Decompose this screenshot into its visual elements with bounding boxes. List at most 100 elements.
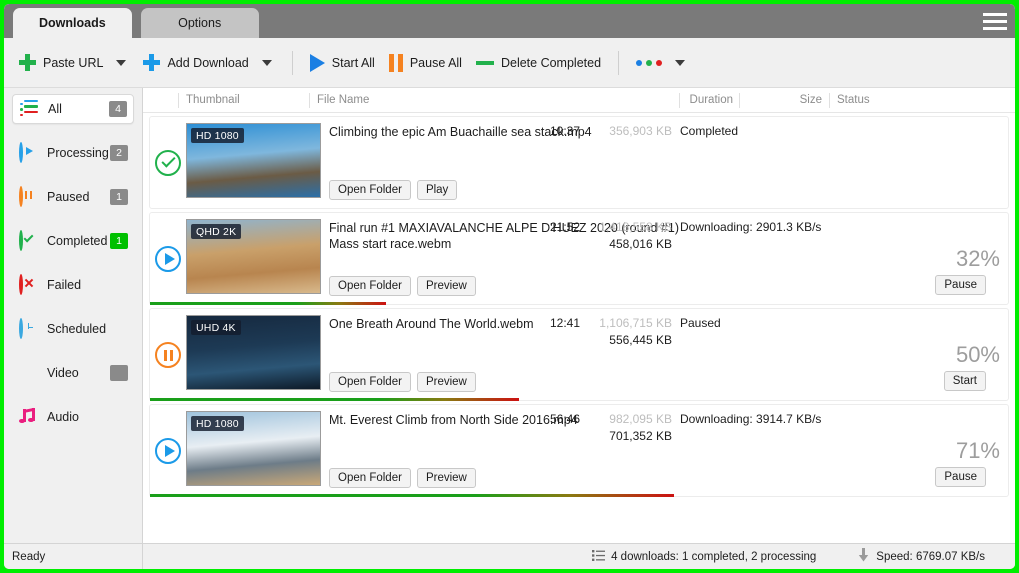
row-total-size: 1,106,715 KB (599, 316, 672, 330)
row-button[interactable]: Preview (416, 372, 476, 392)
quality-badge: QHD 2K (191, 224, 242, 239)
pause-all-button[interactable]: Pause All (382, 49, 469, 77)
sidebar-item-label: Paused (47, 190, 90, 204)
row-thumbnail[interactable]: HD 1080 (186, 123, 321, 198)
quality-badge: HD 1080 (191, 416, 244, 431)
sidebar-item-label: Completed (47, 234, 108, 248)
plus-icon (19, 54, 36, 71)
row-state-icon[interactable] (150, 219, 186, 299)
column-header-duration[interactable]: Duration (679, 92, 739, 108)
clock-icon (19, 317, 38, 339)
toolbar-divider (291, 50, 293, 75)
status-speed-text: Speed: 6769.07 KB/s (876, 550, 985, 563)
row-thumbnail[interactable]: UHD 4K (186, 315, 321, 390)
row-duration: 21:52 (549, 220, 580, 234)
three-dots-icon (636, 59, 663, 66)
download-rows: HD 1080 Climbing the epic Am Buachaille s… (143, 113, 1015, 543)
status-summary-text: 4 downloads: 1 completed, 2 processing (611, 550, 817, 563)
row-percent: 50% (955, 342, 1000, 367)
row-total-size: 356,903 KB (609, 124, 672, 138)
row-percent: 32% (955, 246, 1000, 271)
hamburger-menu-icon[interactable] (975, 4, 1015, 38)
progress-bar (150, 494, 674, 497)
row-status: Completed (680, 124, 739, 138)
row-button[interactable]: Open Folder (329, 180, 411, 200)
music-note-icon (19, 407, 38, 427)
delete-completed-button[interactable]: Delete Completed (469, 51, 608, 75)
paste-url-dropdown-icon[interactable] (116, 59, 127, 66)
table-row[interactable]: HD 1080 Mt. Everest Climb from North Side… (149, 404, 1009, 497)
column-header-thumbnail[interactable]: Thumbnail (178, 92, 309, 108)
sidebar-item-label: Scheduled (47, 322, 107, 336)
play-icon (309, 53, 325, 72)
row-action-button[interactable]: Pause (935, 275, 986, 295)
plus-icon (143, 54, 161, 71)
add-download-dropdown-icon[interactable] (261, 59, 272, 66)
row-state-icon[interactable] (150, 411, 186, 491)
tab-options[interactable]: Options (140, 8, 259, 38)
sidebar-item-completed[interactable]: Completed 1 (12, 226, 134, 256)
row-button[interactable]: Open Folder (329, 468, 411, 488)
hamburger-bar (983, 12, 1007, 16)
sidebar-item-video[interactable]: Video (12, 358, 134, 388)
row-action-button[interactable]: Start (943, 371, 986, 391)
sidebar-badge: 2 (110, 145, 128, 161)
row-action-button[interactable]: Pause (935, 467, 986, 487)
table-row[interactable]: HD 1080 Climbing the epic Am Buachaille s… (149, 116, 1009, 209)
status-bar: Ready 4 downloads: 1 completed, 2 proces… (4, 543, 1015, 569)
dash-icon (475, 60, 494, 65)
more-options-button[interactable] (629, 55, 669, 71)
paste-url-button[interactable]: Paste URL (12, 49, 110, 76)
sidebar-item-label: Processing (47, 146, 109, 160)
sidebar-item-audio[interactable]: Audio (12, 402, 134, 432)
sidebar: All 4 Processing 2 Paused 1 Completed 1 (4, 88, 143, 543)
row-thumbnail[interactable]: HD 1080 (186, 411, 321, 486)
start-all-label: Start All (331, 55, 375, 70)
sidebar-item-failed[interactable]: Failed (12, 270, 134, 300)
sidebar-badge (110, 365, 128, 381)
row-button[interactable]: Open Folder (329, 276, 411, 296)
sidebar-item-label: Video (47, 366, 79, 380)
start-all-button[interactable]: Start All (303, 49, 382, 77)
tab-options-label: Options (178, 16, 222, 30)
table-row[interactable]: UHD 4K One Breath Around The World.webm Op… (149, 308, 1009, 401)
table-row[interactable]: QHD 2K Final run #1 MAXIAVALANCHE ALPE D'… (149, 212, 1009, 305)
list-header: Thumbnail File Name Duration Size Status (143, 88, 1015, 113)
delete-completed-label: Delete Completed (500, 55, 602, 70)
column-header-size[interactable]: Size (739, 92, 829, 108)
tab-downloads[interactable]: Downloads (13, 8, 132, 38)
tab-downloads-label: Downloads (39, 16, 106, 30)
row-button[interactable]: Play (416, 180, 458, 200)
sidebar-badge: 4 (109, 101, 127, 117)
sidebar-item-label: All (48, 102, 62, 116)
row-button[interactable]: Open Folder (329, 372, 411, 392)
sidebar-item-label: Audio (47, 410, 79, 424)
play-circle-icon[interactable] (155, 438, 181, 464)
check-circle-icon (155, 150, 181, 176)
sidebar-item-paused[interactable]: Paused 1 (12, 182, 134, 212)
play-circle-icon[interactable] (155, 246, 181, 272)
more-options-dropdown-icon[interactable] (675, 59, 686, 66)
sidebar-item-all[interactable]: All 4 (12, 94, 134, 124)
row-total-size: 1,418,558 KB (599, 220, 672, 234)
sidebar-item-scheduled[interactable]: Scheduled (12, 314, 134, 344)
sidebar-badge: 1 (110, 189, 128, 205)
row-state-icon[interactable] (150, 315, 186, 395)
row-downloaded-size: 556,445 KB (609, 333, 672, 347)
row-state-icon[interactable] (150, 123, 186, 203)
sidebar-badge: 1 (110, 233, 128, 249)
hamburger-bar (983, 26, 1007, 30)
download-list: Thumbnail File Name Duration Size Status… (143, 88, 1015, 543)
column-header-status[interactable]: Status (829, 92, 1015, 108)
row-thumbnail[interactable]: QHD 2K (186, 219, 321, 294)
quality-badge: HD 1080 (191, 128, 244, 143)
add-download-button[interactable]: Add Download (136, 49, 255, 76)
sidebar-item-label: Failed (47, 278, 82, 292)
row-downloaded-size: 701,352 KB (609, 429, 672, 443)
sidebar-item-processing[interactable]: Processing 2 (12, 138, 134, 168)
main-body: All 4 Processing 2 Paused 1 Completed 1 (4, 88, 1015, 543)
row-button[interactable]: Preview (416, 276, 476, 296)
column-header-filename[interactable]: File Name (309, 92, 679, 108)
row-button[interactable]: Preview (416, 468, 476, 488)
pause-circle-icon[interactable] (155, 342, 181, 368)
